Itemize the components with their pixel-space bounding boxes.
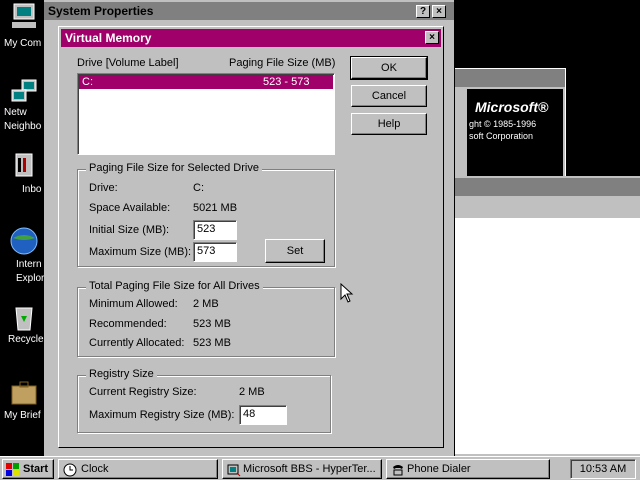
minimum-allowed-label: Minimum Allowed: [89, 298, 178, 310]
start-label: Start [23, 463, 49, 475]
start-button[interactable]: Start [2, 459, 54, 479]
current-registry-size-label: Current Registry Size: [89, 386, 197, 398]
virtual-memory-dialog: Virtual Memory × Drive [Volume Label] Pa… [58, 26, 444, 448]
taskbar-item-hyperterminal[interactable]: Microsoft BBS - HyperTer... [222, 459, 382, 479]
drive-column-header: Drive [Volume Label] [77, 57, 179, 69]
drive-row-c[interactable]: C: 523 - 573 [79, 75, 333, 89]
network-neighborhood-icon [8, 78, 40, 108]
background-window-content [454, 218, 640, 454]
maximum-size-input[interactable]: 573 [193, 242, 237, 262]
mouse-pointer-icon [340, 283, 354, 303]
close-title-button[interactable]: × [425, 31, 439, 44]
inbox-icon [8, 152, 40, 182]
hyperterminal-icon [227, 464, 241, 477]
desktop-icon-label: Recycle [8, 334, 44, 345]
background-window-titlebar [444, 178, 640, 196]
drive-letter: C: [82, 76, 93, 88]
phone-dialer-icon [393, 465, 403, 476]
help-title-button[interactable]: ? [416, 5, 430, 18]
registry-size-group: Registry Size [77, 368, 331, 433]
drive-label: Drive: [89, 182, 118, 194]
initial-size-label: Initial Size (MB): [89, 224, 170, 236]
desktop-icon-my-computer[interactable]: My Com [0, 2, 48, 49]
about-titlebar [453, 69, 565, 87]
taskbar-item-label: Clock [81, 463, 109, 475]
help-button[interactable]: Help [351, 113, 427, 135]
taskbar-item-phone-dialer[interactable]: Phone Dialer [386, 459, 550, 479]
about-copyright: ght © 1985-1996 [469, 119, 537, 129]
registry-size-group-title: Registry Size [86, 368, 157, 380]
space-available-label: Space Available: [89, 202, 171, 214]
system-properties-title: System Properties [48, 4, 154, 18]
clock-icon [63, 463, 77, 477]
desktop: My Com Netw Neighbo Inbo Intern Explor Rec… [0, 0, 640, 456]
set-button[interactable]: Set [265, 239, 325, 263]
desktop-icon-label: Inbo [22, 184, 42, 195]
background-window [444, 176, 640, 456]
maximum-registry-size-input[interactable]: 48 [239, 405, 287, 425]
about-window: Microsoft® ght © 1985-1996 soft Corporat… [452, 68, 566, 180]
desktop-icon-label: My Com [4, 38, 42, 49]
desktop-icon-network[interactable]: Netw Neighbo [0, 78, 48, 134]
virtual-memory-title: Virtual Memory [65, 31, 152, 45]
desktop-icon-internet-explorer[interactable]: Intern Explor [0, 226, 48, 286]
system-tray-clock[interactable]: 10:53 AM [570, 459, 636, 479]
taskbar: Start Clock Microsoft BBS - HyperTer... … [0, 456, 640, 480]
current-registry-size-value: 2 MB [239, 386, 265, 398]
total-paging-group-title: Total Paging File Size for All Drives [86, 280, 263, 292]
desktop-icon-label: Netw Neighbo [4, 107, 42, 132]
paging-size-column-header: Paging File Size (MB) [229, 57, 336, 69]
about-logo-panel: Microsoft® ght © 1985-1996 soft Corporat… [467, 89, 563, 177]
desktop-icon-label: Intern Explor [16, 259, 45, 284]
clock-time: 10:53 AM [579, 463, 627, 475]
about-corporation: soft Corporation [469, 131, 534, 141]
desktop-icon-briefcase[interactable]: My Brief [0, 378, 48, 421]
selected-drive-group-title: Paging File Size for Selected Drive [86, 162, 262, 174]
my-computer-icon [8, 2, 40, 32]
windows-logo-icon [6, 463, 19, 476]
close-title-button[interactable]: × [432, 5, 446, 18]
desktop-icon-inbox[interactable]: Inbo [0, 152, 48, 195]
briefcase-icon [8, 378, 40, 408]
drive-list[interactable]: C: 523 - 573 [77, 73, 335, 155]
recommended-value: 523 MB [193, 318, 231, 330]
ok-button[interactable]: OK [350, 56, 428, 80]
recommended-label: Recommended: [89, 318, 167, 330]
drive-value: C: [193, 182, 204, 194]
internet-explorer-icon [8, 226, 40, 256]
drive-paging-size: 523 - 573 [263, 76, 310, 88]
desktop-icon-label: My Brief [4, 410, 41, 421]
recycle-bin-icon [8, 302, 40, 332]
cancel-button[interactable]: Cancel [351, 85, 427, 107]
taskbar-item-clock[interactable]: Clock [58, 459, 218, 479]
taskbar-item-label: Phone Dialer [407, 463, 471, 475]
microsoft-logo: Microsoft® [475, 99, 549, 115]
maximum-size-label: Maximum Size (MB): [89, 246, 192, 258]
system-properties-titlebar[interactable]: System Properties ? × [44, 2, 454, 20]
taskbar-item-label: Microsoft BBS - HyperTer... [243, 463, 376, 475]
space-available-value: 5021 MB [193, 202, 238, 214]
minimum-allowed-value: 2 MB [193, 298, 219, 310]
currently-allocated-label: Currently Allocated: [89, 337, 185, 349]
desktop-icon-recycle-bin[interactable]: Recycle [0, 302, 48, 345]
maximum-registry-size-label: Maximum Registry Size (MB): [89, 409, 235, 421]
currently-allocated-value: 523 MB [193, 337, 231, 349]
virtual-memory-titlebar[interactable]: Virtual Memory × [61, 29, 441, 47]
initial-size-input[interactable]: 523 [193, 220, 237, 240]
